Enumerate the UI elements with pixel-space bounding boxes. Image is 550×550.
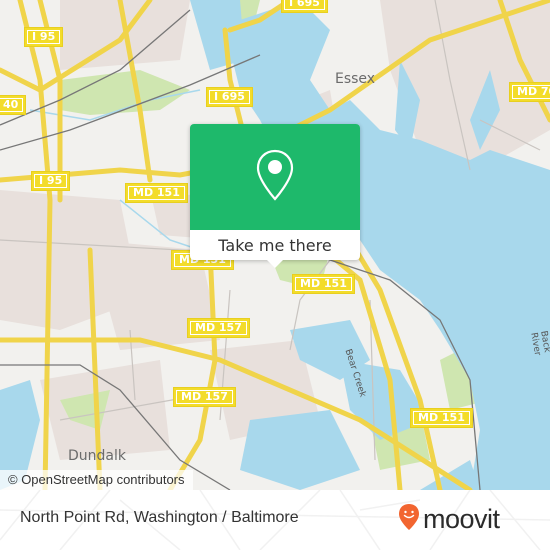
road-shield-md157: MD 157: [174, 388, 235, 406]
road-shield-40: 40: [0, 96, 26, 114]
popup-header: [190, 124, 360, 230]
place-label-essex: Essex: [335, 71, 376, 87]
road-shield-md702: MD 702: [510, 83, 550, 101]
footer-bar: North Point Rd, Washington / Baltimore m…: [0, 490, 550, 550]
take-me-there-popup[interactable]: Take me there: [190, 124, 360, 268]
take-me-there-button[interactable]: Take me there: [190, 230, 360, 260]
water-label-back-river: Back River: [528, 330, 550, 357]
place-label-dundalk: Dundalk: [68, 448, 126, 464]
road-shield-md151: MD 151: [293, 275, 354, 293]
road-shield-i695: I 695: [282, 0, 327, 12]
location-title: North Point Rd, Washington / Baltimore: [20, 509, 299, 526]
road-shield-i695: I 695: [207, 88, 252, 106]
road-shield-i95: I 95: [32, 172, 70, 190]
water-body: [190, 0, 245, 70]
moovit-smile-pin-icon: [398, 503, 420, 535]
popup-pointer: [267, 260, 283, 268]
moovit-logo[interactable]: moovit: [398, 502, 500, 536]
map-view[interactable]: I 695 I 695 I 95 I 95 40 MD 151 MD 151 M…: [0, 0, 550, 490]
creek: [240, 410, 360, 490]
moovit-wordmark: moovit: [423, 503, 500, 534]
road-shield-md151: MD 151: [126, 184, 187, 202]
road-shield-md151: MD 151: [411, 409, 472, 427]
map-attribution[interactable]: © OpenStreetMap contributors: [0, 470, 193, 490]
map-pin-icon: [255, 149, 295, 205]
road-shield-md157: MD 157: [188, 319, 249, 337]
road-shield-i95: I 95: [25, 28, 63, 46]
